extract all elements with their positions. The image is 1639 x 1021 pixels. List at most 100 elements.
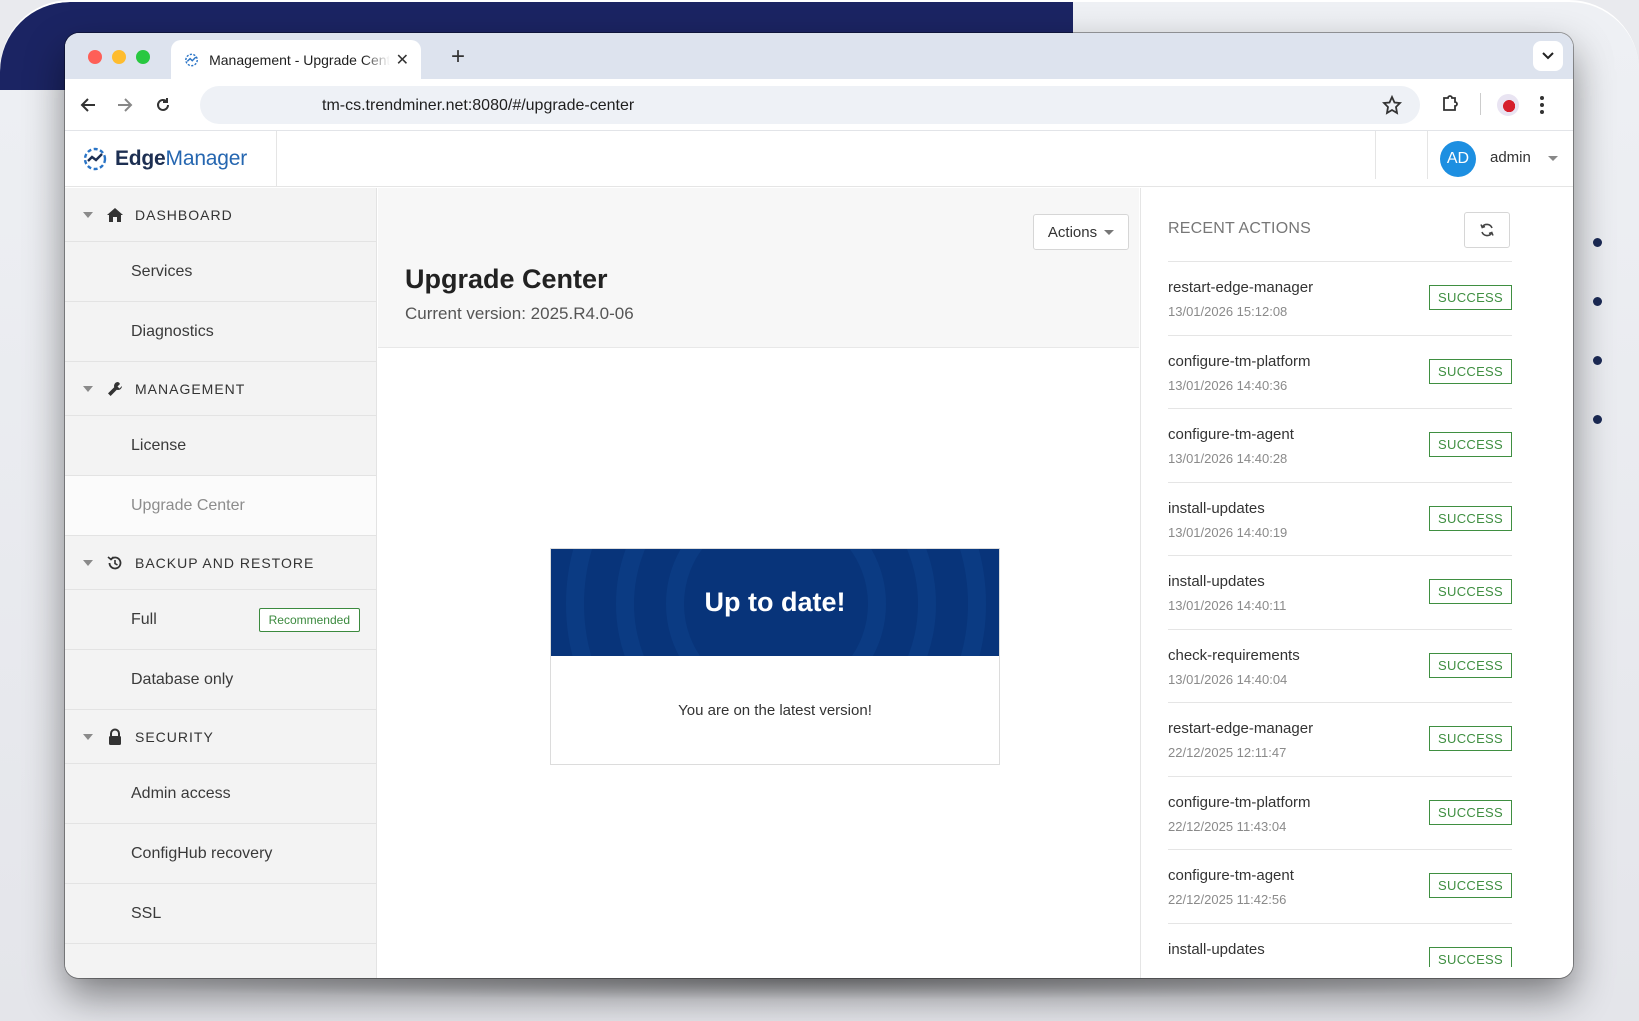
recent-actions-list: restart-edge-manager 13/01/2026 15:12:08 S… bbox=[1168, 261, 1512, 967]
browser-tab-active[interactable]: Management - Upgrade Center ✕ bbox=[171, 40, 421, 79]
refresh-icon bbox=[1480, 223, 1494, 237]
recent-action-name: restart-edge-manager bbox=[1168, 279, 1314, 296]
reload-button[interactable] bbox=[150, 92, 176, 118]
sidebar-section-title: SECURITY bbox=[135, 728, 214, 745]
sidebar-item-database-only[interactable]: Database only bbox=[65, 650, 376, 710]
arrow-left-icon bbox=[80, 98, 95, 112]
recent-action-row[interactable]: install-updates 13/01/2026 14:40:19 SUCCES… bbox=[1168, 483, 1512, 556]
recent-action-time: 22/12/2025 11:43:04 bbox=[1168, 818, 1287, 834]
recommended-badge: Recommended bbox=[258, 607, 360, 632]
sidebar-item-admin-access[interactable]: Admin access bbox=[65, 764, 376, 824]
profile-avatar-icon bbox=[1497, 94, 1519, 116]
sidebar-section-management[interactable]: MANAGEMENT bbox=[65, 362, 376, 416]
recent-actions-panel: RECENT ACTIONS restart-edge-manager 13/01… bbox=[1140, 188, 1573, 978]
recent-action-row[interactable]: configure-tm-platform 13/01/2026 14:40:36… bbox=[1168, 336, 1512, 409]
recent-action-time: 22/12/2025 11:42:48 bbox=[1168, 966, 1286, 968]
recent-action-row[interactable]: configure-tm-agent 13/01/2026 14:40:28 SUC… bbox=[1168, 409, 1512, 483]
recent-action-name: configure-tm-platform bbox=[1168, 793, 1311, 811]
user-menu[interactable]: admin bbox=[1490, 149, 1531, 166]
sidebar-item-diagnostics[interactable]: Diagnostics bbox=[65, 302, 376, 362]
address-bar-url: tm-cs.trendminer.net:8080/#/upgrade-cent… bbox=[322, 97, 635, 114]
caret-down-icon bbox=[83, 385, 93, 392]
recent-action-row[interactable]: configure-tm-platform 22/12/2025 11:43:04… bbox=[1168, 777, 1512, 850]
recent-action-row[interactable]: restart-edge-manager 13/01/2026 15:12:08 S… bbox=[1168, 262, 1512, 336]
chevron-down-icon bbox=[1542, 52, 1554, 60]
recent-action-row[interactable]: install-updates 13/01/2026 14:40:11 SUCCES… bbox=[1168, 556, 1512, 630]
recent-action-name: check-requirements bbox=[1168, 646, 1300, 664]
recent-action-row[interactable]: restart-edge-manager 22/12/2025 12:11:47 S… bbox=[1168, 703, 1512, 777]
current-version: Current version: 2025.R4.0-06 bbox=[405, 304, 634, 323]
lock-icon bbox=[105, 727, 125, 747]
sidebar-item-label: ConfigHub recovery bbox=[131, 844, 273, 862]
sidebar-item-full[interactable]: Full Recommended bbox=[65, 590, 376, 650]
close-window-button[interactable] bbox=[88, 50, 102, 64]
status-badge: SUCCESS bbox=[1429, 505, 1512, 531]
back-button[interactable] bbox=[75, 92, 101, 118]
extensions-button[interactable] bbox=[1440, 93, 1460, 113]
sidebar: DASHBOARD Services Diagnostics MANAGEMEN… bbox=[65, 188, 377, 978]
recent-actions-title: RECENT ACTIONS bbox=[1168, 220, 1311, 237]
sidebar-item-label: Services bbox=[131, 262, 193, 280]
browser-menu-button[interactable] bbox=[1539, 95, 1545, 115]
caret-down-icon bbox=[83, 559, 93, 566]
close-tab-icon[interactable]: ✕ bbox=[396, 50, 409, 70]
new-tab-button[interactable]: + bbox=[443, 43, 473, 71]
brand-name: EdgeManager bbox=[115, 147, 247, 171]
sidebar-item-license[interactable]: License bbox=[65, 416, 376, 476]
recent-action-time: 22/12/2025 12:11:47 bbox=[1168, 745, 1287, 760]
sidebar-item-confighub-recovery[interactable]: ConfigHub recovery bbox=[65, 824, 376, 884]
recent-action-row[interactable]: check-requirements 13/01/2026 14:40:04 SUC… bbox=[1168, 630, 1512, 703]
profile-button[interactable] bbox=[1497, 94, 1519, 116]
bookmark-star-icon[interactable] bbox=[1382, 95, 1402, 115]
recent-action-name: configure-tm-agent bbox=[1168, 867, 1294, 884]
recent-action-time: 13/01/2026 14:40:04 bbox=[1168, 671, 1288, 687]
status-badge: SUCCESS bbox=[1429, 873, 1512, 898]
sidebar-item-services[interactable]: Services bbox=[65, 242, 376, 302]
forward-button[interactable] bbox=[112, 92, 138, 118]
sidebar-section-title: DASHBOARD bbox=[135, 206, 233, 223]
main-content: Actions Upgrade Center Current version: … bbox=[378, 188, 1139, 978]
recent-action-row[interactable]: install-updates 22/12/2025 11:42:48 SUCCES… bbox=[1168, 924, 1512, 968]
page-title: Upgrade Center bbox=[405, 264, 608, 294]
sidebar-section-title: MANAGEMENT bbox=[135, 380, 246, 397]
address-bar[interactable]: tm-cs.trendminer.net:8080/#/upgrade-cent… bbox=[200, 86, 1420, 124]
user-avatar[interactable]: AD bbox=[1440, 141, 1476, 177]
sidebar-section-backup-and-restore[interactable]: BACKUP AND RESTORE bbox=[65, 536, 376, 590]
sidebar-item-label: Database only bbox=[131, 670, 234, 688]
status-badge: SUCCESS bbox=[1429, 579, 1512, 604]
status-badge: SUCCESS bbox=[1429, 358, 1512, 384]
status-badge: SUCCESS bbox=[1429, 285, 1512, 310]
sidebar-item-ssl[interactable]: SSL bbox=[65, 884, 376, 944]
caret-down-icon[interactable] bbox=[1548, 156, 1558, 161]
page-header: Actions Upgrade Center Current version: … bbox=[378, 188, 1139, 348]
recent-action-time: 13/01/2026 14:40:36 bbox=[1168, 377, 1288, 393]
recent-action-name: restart-edge-manager bbox=[1168, 720, 1314, 737]
status-badge: SUCCESS bbox=[1429, 652, 1512, 678]
recent-action-name: configure-tm-agent bbox=[1168, 426, 1294, 443]
header-divider bbox=[1375, 131, 1376, 179]
sidebar-item-label: License bbox=[131, 436, 187, 454]
caret-down-icon bbox=[83, 733, 93, 740]
sidebar-item-label: Full bbox=[131, 610, 157, 628]
edgemanager-favicon-icon bbox=[185, 53, 198, 66]
sidebar-section-security[interactable]: SECURITY bbox=[65, 710, 376, 764]
recent-action-name: install-updates bbox=[1168, 499, 1265, 517]
sidebar-section-dashboard[interactable]: DASHBOARD bbox=[65, 188, 376, 242]
status-badge: SUCCESS bbox=[1429, 799, 1512, 825]
home-icon bbox=[105, 205, 125, 225]
history-icon bbox=[105, 553, 125, 573]
maximize-window-button[interactable] bbox=[136, 50, 150, 64]
recent-action-time: 22/12/2025 11:42:56 bbox=[1168, 892, 1287, 907]
recent-action-name: install-updates bbox=[1168, 573, 1265, 590]
brand-logo[interactable]: EdgeManager bbox=[65, 131, 277, 187]
actions-label: Actions bbox=[1047, 223, 1098, 241]
app-header: EdgeManager AD admin bbox=[65, 131, 1573, 187]
sidebar-item-upgrade-center[interactable]: Upgrade Center bbox=[65, 476, 376, 536]
header-divider bbox=[1427, 131, 1428, 179]
refresh-button[interactable] bbox=[1464, 212, 1510, 248]
window-controls bbox=[88, 50, 150, 64]
tab-search-button[interactable] bbox=[1533, 41, 1563, 71]
recent-action-row[interactable]: configure-tm-agent 22/12/2025 11:42:56 SUC… bbox=[1168, 850, 1512, 924]
minimize-window-button[interactable] bbox=[112, 50, 126, 64]
actions-dropdown-button[interactable]: Actions bbox=[1033, 214, 1129, 250]
